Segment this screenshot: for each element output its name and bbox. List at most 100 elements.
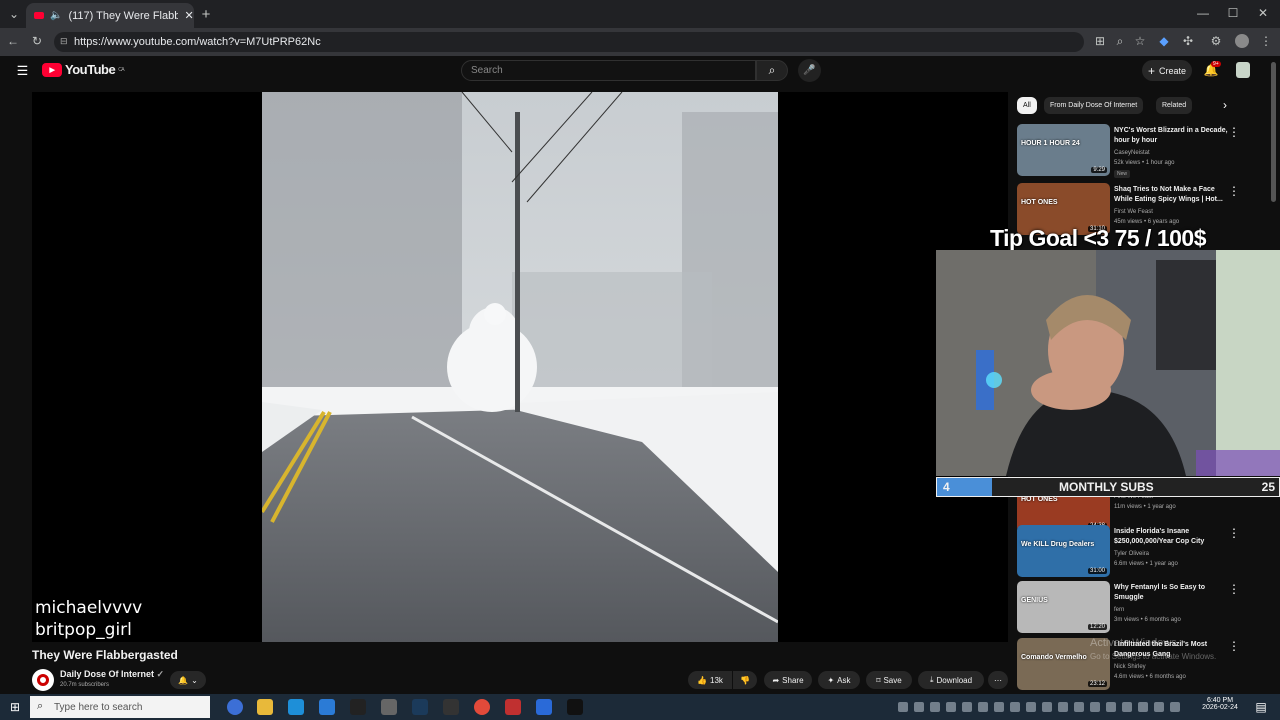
rec-title[interactable]: Inside Florida's Insane $250,000,000/Yea… <box>1114 527 1232 547</box>
puzzle-icon[interactable]: ✣ <box>1182 34 1194 48</box>
minimize-icon[interactable]: — <box>1196 6 1210 20</box>
rec-more-icon[interactable]: ⋮ <box>1228 526 1240 540</box>
youtube-logo[interactable]: ▶ YouTube CA <box>42 62 125 77</box>
clock[interactable]: 6:40 PM 2026-02-24 <box>1200 697 1240 711</box>
profile-avatar[interactable] <box>1235 34 1249 48</box>
tray-icon[interactable] <box>978 702 988 712</box>
rec-channel[interactable]: CaseyNeistat <box>1114 148 1150 158</box>
reload-icon[interactable]: ↻ <box>30 34 44 48</box>
rec-channel[interactable]: fern <box>1114 605 1124 615</box>
app-red-icon[interactable] <box>505 699 521 715</box>
app-blue-icon[interactable] <box>536 699 552 715</box>
rec-thumbnail[interactable]: GENIUS 12:20 <box>1017 581 1110 633</box>
search-input[interactable]: Search <box>461 60 756 81</box>
new-tab-icon[interactable]: + <box>198 6 214 23</box>
tray-icon[interactable] <box>930 702 940 712</box>
chip-related[interactable]: Related <box>1156 97 1193 114</box>
tray-icon[interactable] <box>1090 702 1100 712</box>
terminal-icon[interactable] <box>350 699 366 715</box>
extension-icon[interactable]: ◆ <box>1158 34 1170 48</box>
rec-more-icon[interactable]: ⋮ <box>1228 184 1240 198</box>
browser-menu-icon[interactable]: ⋮ <box>1260 34 1272 48</box>
taskbar-search-input[interactable]: ⌕ Type here to search <box>30 696 210 718</box>
rec-meta: 52k views • 1 hour ago <box>1114 160 1175 166</box>
steam-icon[interactable] <box>412 699 428 715</box>
rec-more-icon[interactable]: ⋮ <box>1228 582 1240 596</box>
channel-avatar[interactable] <box>32 669 54 691</box>
file-explorer-icon[interactable] <box>257 699 273 715</box>
logo-region: CA <box>118 66 125 73</box>
tray-icon[interactable] <box>994 702 1004 712</box>
rec-thumbnail-text: HOUR 1 HOUR 24 <box>1021 140 1080 147</box>
obs-icon[interactable] <box>443 699 459 715</box>
rec-channel[interactable]: Tyler Oliveira <box>1114 549 1149 559</box>
like-button[interactable]: 👍 13k <box>688 671 732 689</box>
tray-icon[interactable] <box>1058 702 1068 712</box>
rec-thumbnail[interactable]: We KILL Drug Dealers 31:00 <box>1017 525 1110 577</box>
download-button[interactable]: ⤓ Download <box>918 671 984 689</box>
rec-thumbnail-text: HOT ONES <box>1021 199 1058 206</box>
extensions-icon[interactable]: ⚙ <box>1210 34 1222 48</box>
chevron-right-icon[interactable]: › <box>1218 98 1232 112</box>
video-frame[interactable] <box>262 92 778 642</box>
vscode-icon[interactable] <box>319 699 335 715</box>
voice-search-button[interactable]: 🎤 <box>798 59 821 82</box>
chip-from-channel[interactable]: From Daily Dose Of Internet <box>1044 97 1144 114</box>
rec-title[interactable]: Why Fentanyl Is So Easy to Smuggle <box>1114 583 1232 603</box>
edge-icon[interactable] <box>288 699 304 715</box>
tray-icon[interactable] <box>1170 702 1180 712</box>
rec-channel[interactable]: First We Feast <box>1114 207 1153 217</box>
apps-icon[interactable]: ⊞ <box>1094 34 1106 48</box>
create-button[interactable]: + Create <box>1142 60 1192 81</box>
tray-icon[interactable] <box>1074 702 1084 712</box>
tray-icon[interactable] <box>898 702 908 712</box>
tray-icon[interactable] <box>1010 702 1020 712</box>
bookmark-star-icon[interactable]: ☆ <box>1134 34 1146 48</box>
notification-center-icon[interactable]: ▤ <box>1254 700 1268 714</box>
rec-channel[interactable]: Nick Shirley <box>1114 662 1146 672</box>
browser-tab[interactable]: 🔈 (117) They Were Flabbergaste ✕ <box>26 3 194 28</box>
dislike-button[interactable]: 👎 <box>733 671 757 689</box>
ask-button[interactable]: ✦ Ask <box>818 671 860 689</box>
copilot-icon[interactable] <box>227 699 243 715</box>
app-dark-icon[interactable] <box>567 699 583 715</box>
more-actions-button[interactable]: ⋯ <box>988 671 1008 689</box>
back-icon[interactable]: ← <box>6 34 20 48</box>
close-tab-icon[interactable]: ✕ <box>184 9 193 22</box>
hamburger-menu-icon[interactable]: ☰ <box>15 63 30 78</box>
rec-more-icon[interactable]: ⋮ <box>1228 125 1240 139</box>
tray-icon[interactable] <box>1042 702 1052 712</box>
url-field[interactable]: ⊟ https://www.youtube.com/watch?v=M7UtPR… <box>54 32 1084 52</box>
zoom-icon[interactable]: ⌕ <box>1114 34 1126 48</box>
chrome-icon[interactable] <box>474 699 490 715</box>
share-button[interactable]: ➦ Share <box>764 671 812 689</box>
tray-icon[interactable] <box>962 702 972 712</box>
tray-icon[interactable] <box>1122 702 1132 712</box>
rec-more-icon[interactable]: ⋮ <box>1228 639 1240 653</box>
subscribe-bell-button[interactable]: 🔔 ⌄ <box>170 671 206 689</box>
settings-icon[interactable] <box>381 699 397 715</box>
tray-icon[interactable] <box>1026 702 1036 712</box>
chip-all[interactable]: All <box>1017 97 1037 114</box>
tray-icon[interactable] <box>946 702 956 712</box>
snowy-road-scene <box>262 92 778 642</box>
save-button[interactable]: ⌑ Save <box>866 671 912 689</box>
maximize-icon[interactable]: ☐ <box>1226 6 1240 20</box>
tab-list-chevron-icon[interactable]: ⌄ <box>6 6 22 22</box>
windows-start-icon[interactable]: ⊞ <box>8 700 22 714</box>
tray-icon[interactable] <box>914 702 924 712</box>
close-window-icon[interactable]: ✕ <box>1256 6 1270 20</box>
tray-icon[interactable] <box>1106 702 1116 712</box>
search-button[interactable]: ⌕ <box>756 60 788 81</box>
channel-name[interactable]: Daily Dose Of Internet ✓ <box>60 669 164 680</box>
rec-title[interactable]: NYC's Worst Blizzard in a Decade, hour b… <box>1114 126 1232 146</box>
tray-icon[interactable] <box>1138 702 1148 712</box>
site-info-icon[interactable]: ⊟ <box>60 36 68 47</box>
clock-date: 2026-02-24 <box>1202 704 1238 711</box>
page-scrollbar[interactable] <box>1271 62 1276 202</box>
rec-thumbnail[interactable]: HOUR 1 HOUR 24 9:29 <box>1017 124 1110 176</box>
rec-title[interactable]: Shaq Tries to Not Make a Face While Eati… <box>1114 185 1232 205</box>
tray-icon[interactable] <box>1154 702 1164 712</box>
speaker-icon[interactable]: 🔈 <box>50 10 62 21</box>
account-avatar[interactable] <box>1236 62 1250 78</box>
